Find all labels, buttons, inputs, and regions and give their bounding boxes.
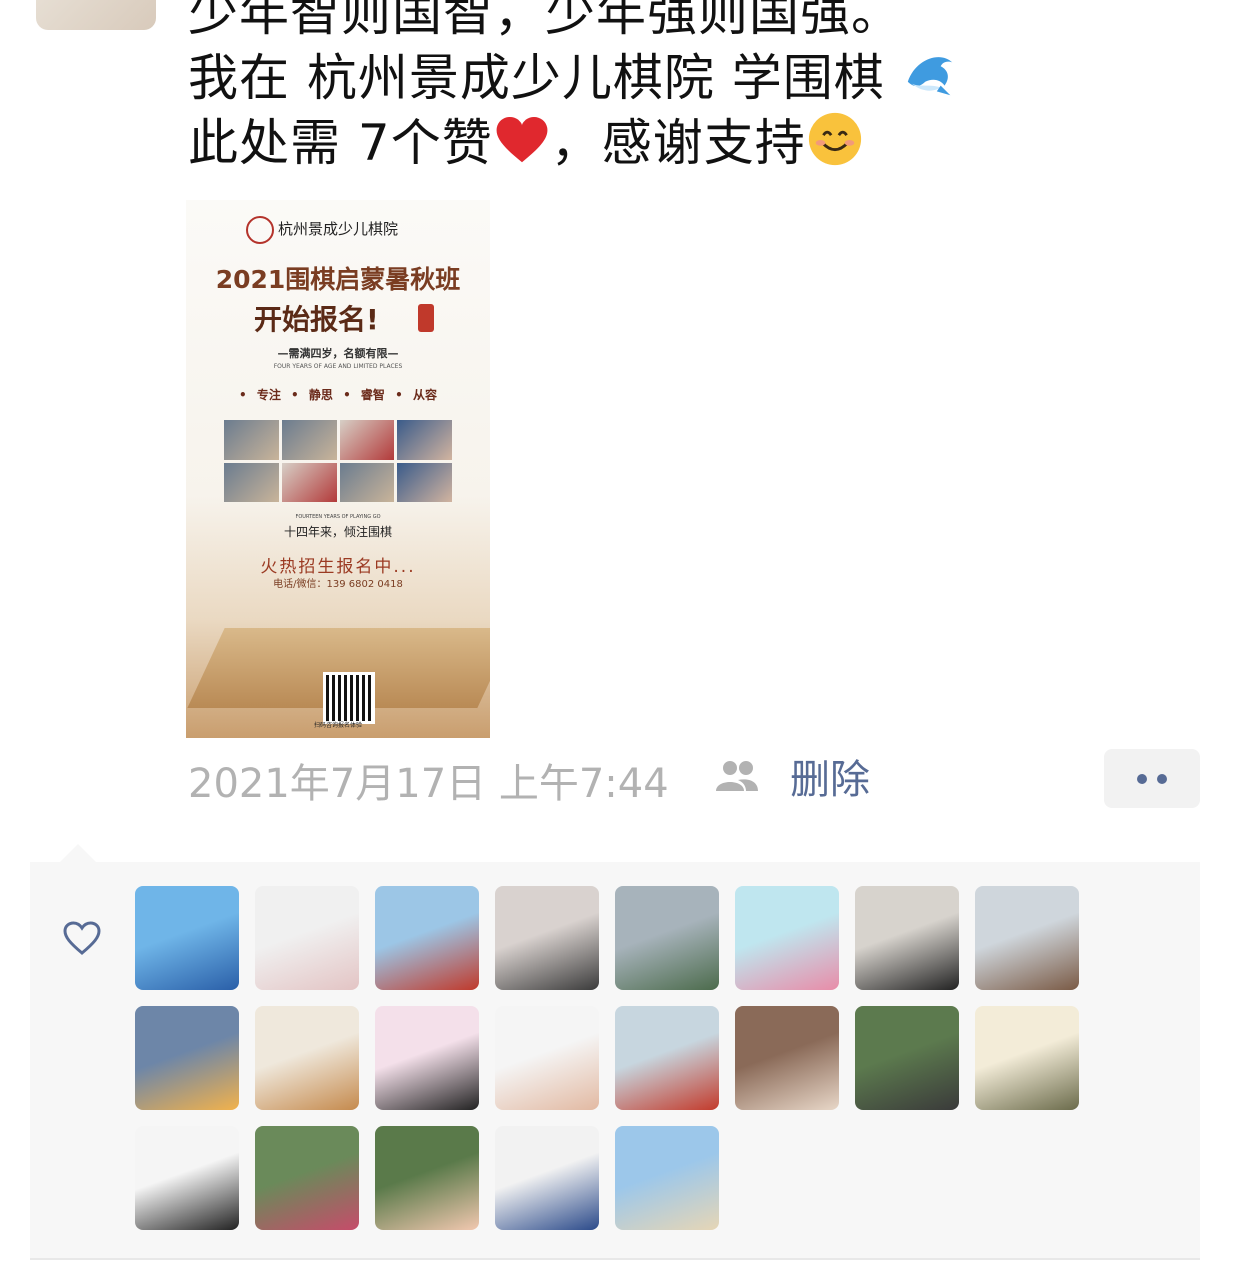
poster-subtitle: —需满四岁，名额有限—: [277, 347, 399, 360]
poster-photo: [281, 462, 337, 502]
liker-avatar[interactable]: [255, 1126, 359, 1230]
post-line-3: 此处需 7个赞 ，感谢支持: [188, 110, 1188, 175]
liker-avatar[interactable]: [615, 886, 719, 990]
post-text: 少年智则国智，少年强则国强。 我在 杭州景成少儿棋院 学围棋 此处需 7个赞 ，感…: [188, 0, 1188, 175]
liker-avatar[interactable]: [855, 886, 959, 990]
smile-emoji: [808, 112, 861, 166]
poster-subtitle-en: FOUR YEARS OF AGE AND LIMITED PLACES: [273, 363, 403, 370]
liker-avatar[interactable]: [855, 1006, 959, 1110]
post-image-poster[interactable]: 杭州景成少儿棋院 2021围棋启蒙暑秋班 开始报名! —需满四岁，名额有限— F…: [186, 200, 490, 738]
poster-years: 十四年来，倾注围棋: [283, 525, 392, 539]
poster-photo: [339, 420, 395, 460]
poster-logo-text: 杭州景成少儿棋院: [278, 220, 399, 238]
group-visibility-icon: [716, 761, 758, 791]
delete-button[interactable]: 删除: [790, 752, 870, 808]
poster-title2: 开始报名!: [254, 303, 379, 336]
liker-avatar[interactable]: [255, 1006, 359, 1110]
poster-qr-caption: 扫码咨询报名体验: [313, 722, 362, 729]
poster-photo: [224, 420, 279, 460]
liker-avatar[interactable]: [495, 1126, 599, 1230]
liker-avatar[interactable]: [495, 886, 599, 990]
liker-avatar[interactable]: [975, 886, 1079, 990]
poster-logo-icon: [246, 216, 274, 244]
post-line-3-tail: ，感谢支持: [550, 114, 806, 172]
post-line-3-text: 此处需 7个赞: [188, 114, 493, 172]
qr-code-icon: [323, 672, 375, 724]
poster-photo: [224, 462, 279, 502]
liker-avatar[interactable]: [735, 886, 839, 990]
post-line-2: 我在 杭州景成少儿棋院 学围棋: [188, 45, 1188, 110]
poster-years-en: FOURTEEN YEARS OF PLAYING GO: [295, 514, 381, 520]
post-line-2-text: 我在 杭州景成少儿棋院 学围棋: [188, 49, 885, 107]
liker-avatar[interactable]: [615, 1126, 719, 1230]
dolphin-emoji: [907, 57, 952, 96]
liker-avatar[interactable]: [615, 1006, 719, 1110]
liker-avatar[interactable]: [375, 1006, 479, 1110]
poster-photo-grid: [224, 420, 452, 502]
dot-icon: [1157, 773, 1167, 784]
poster-avatar[interactable]: [36, 0, 156, 30]
heart-emoji: [496, 116, 548, 163]
poster-photo: [397, 462, 452, 502]
liker-avatar[interactable]: [135, 1126, 239, 1230]
liker-avatar[interactable]: [495, 1006, 599, 1110]
liker-avatar[interactable]: [375, 886, 479, 990]
poster-tags: • 专注 • 静思 • 睿智 • 从容: [239, 388, 437, 402]
dot-icon: [1137, 773, 1147, 784]
liker-avatar[interactable]: [735, 1006, 839, 1110]
liker-avatar[interactable]: [255, 886, 359, 990]
liker-avatar[interactable]: [375, 1126, 479, 1230]
more-actions-button[interactable]: [1104, 749, 1200, 808]
poster-photo: [281, 420, 337, 460]
poster-photo: [397, 420, 452, 460]
like-heart-icon: [63, 921, 101, 955]
liker-avatar[interactable]: [975, 1006, 1079, 1110]
poster-phone: 电话/微信：139 6802 0418: [273, 579, 403, 590]
post-timestamp: 2021年7月17日 上午7:44: [188, 761, 669, 807]
liker-avatar[interactable]: [135, 886, 239, 990]
likes-arrow: [60, 844, 96, 862]
post-line-1: 少年智则国智，少年强则国强。: [188, 0, 902, 42]
poster-title: 2021围棋启蒙暑秋班: [215, 265, 461, 294]
poster-photo: [339, 462, 395, 502]
liker-avatar[interactable]: [135, 1006, 239, 1110]
poster-hot: 火热招生报名中...: [260, 557, 416, 577]
poster-stamp-icon: [418, 304, 434, 332]
